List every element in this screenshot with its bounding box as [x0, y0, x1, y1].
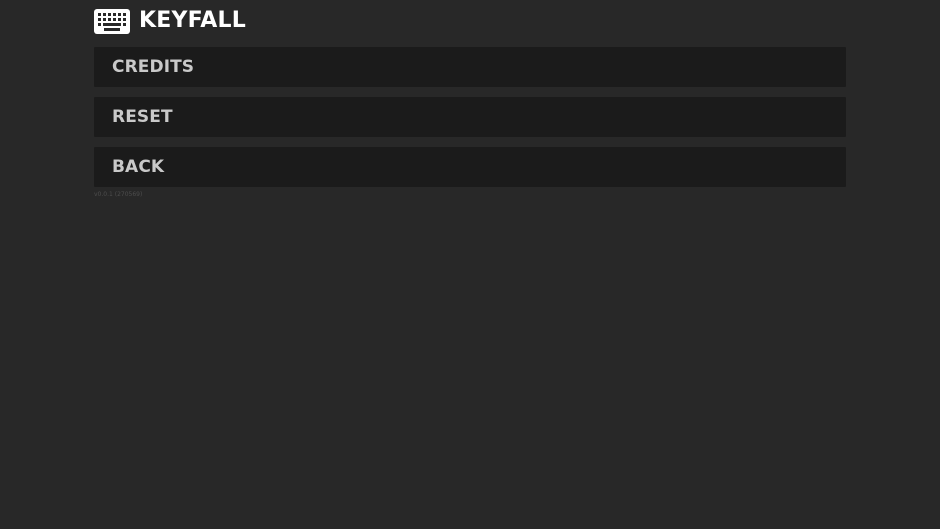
reset-button-label: RESET — [112, 107, 173, 127]
app-header: KEYFALL — [94, 8, 246, 34]
back-button-label: BACK — [112, 157, 165, 177]
version-label: v0.0.1 (270569) — [94, 191, 143, 198]
reset-button[interactable]: RESET — [94, 97, 846, 137]
main-menu: CREDITS RESET BACK — [94, 47, 846, 197]
credits-button[interactable]: CREDITS — [94, 47, 846, 87]
back-button[interactable]: BACK — [94, 147, 846, 187]
keyboard-icon — [94, 8, 130, 34]
game-screen: KEYFALL CREDITS RESET BACK v0.0.1 (27056… — [0, 0, 940, 529]
credits-button-label: CREDITS — [112, 57, 195, 77]
game-title: KEYFALL — [139, 8, 246, 33]
